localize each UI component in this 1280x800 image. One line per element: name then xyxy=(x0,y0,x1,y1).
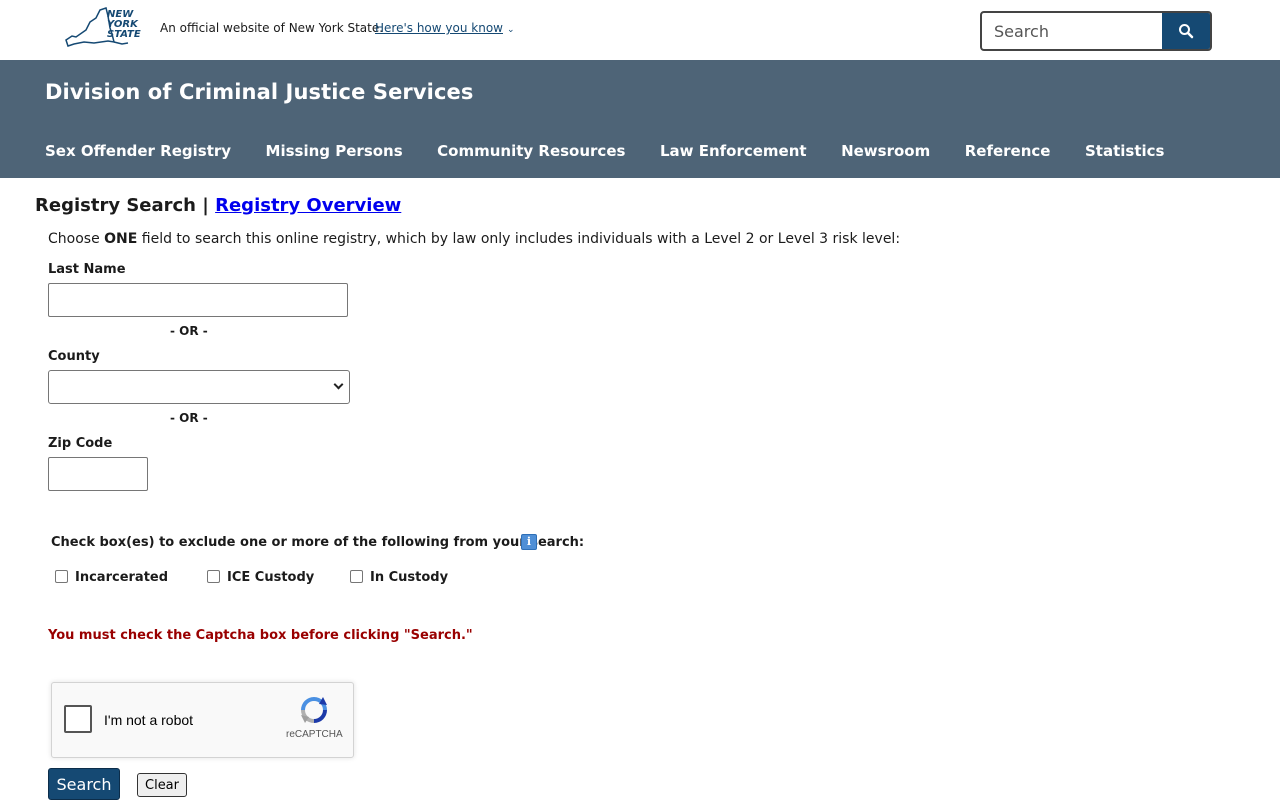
official-website-text: An official website of New York State. xyxy=(160,21,384,35)
recaptcha-checkbox[interactable] xyxy=(64,705,92,733)
nav-sex-offender-registry[interactable]: Sex Offender Registry xyxy=(45,142,231,160)
in-custody-label: In Custody xyxy=(370,570,449,585)
or-separator: - OR - xyxy=(170,411,208,425)
page-title: Registry Search | Registry Overview xyxy=(35,195,401,216)
registry-search-heading: Registry Search xyxy=(35,195,196,216)
nav-newsroom[interactable]: Newsroom xyxy=(841,142,930,160)
how-you-know-link[interactable]: Here's how you know ⌄ xyxy=(375,21,515,35)
ice-custody-label: ICE Custody xyxy=(227,570,315,585)
site-search xyxy=(980,11,1212,51)
zip-code-input[interactable] xyxy=(48,457,148,491)
recaptcha-label: I'm not a robot xyxy=(104,712,194,728)
clear-button[interactable]: Clear xyxy=(137,773,187,797)
incarcerated-checkbox[interactable] xyxy=(55,570,68,583)
nav-community-resources[interactable]: Community Resources xyxy=(437,142,625,160)
last-name-label: Last Name xyxy=(48,262,126,277)
recaptcha-brand: reCAPTCHA xyxy=(286,729,343,740)
county-label: County xyxy=(48,349,100,364)
info-icon[interactable]: i xyxy=(521,534,537,550)
captcha-warning: You must check the Captcha box before cl… xyxy=(48,628,473,643)
search-instruction: Choose ONE field to search this online r… xyxy=(48,231,900,247)
agency-title[interactable]: Division of Criminal Justice Services xyxy=(45,80,473,104)
zip-code-label: Zip Code xyxy=(48,436,113,451)
instruction-post: field to search this online registry, wh… xyxy=(137,231,901,247)
ny-logo-text: NEW YORK STATE xyxy=(107,9,141,40)
incarcerated-label: Incarcerated xyxy=(75,570,169,585)
universal-header: NEW YORK STATE An official website of Ne… xyxy=(0,0,1280,60)
county-select[interactable] xyxy=(48,370,350,404)
nav-reference[interactable]: Reference xyxy=(965,142,1051,160)
ice-custody-checkbox[interactable] xyxy=(207,570,220,583)
instruction-pre: Choose xyxy=(48,231,105,247)
heading-separator: | xyxy=(196,195,216,216)
exclude-instruction: Check box(es) to exclude one or more of … xyxy=(51,535,585,550)
nav-law-enforcement[interactable]: Law Enforcement xyxy=(660,142,807,160)
nav-statistics[interactable]: Statistics xyxy=(1085,142,1164,160)
agency-banner: Division of Criminal Justice Services Se… xyxy=(0,60,1280,178)
search-input[interactable] xyxy=(982,13,1162,49)
main-nav: Sex Offender Registry Missing Persons Co… xyxy=(45,142,1199,160)
registry-overview-link[interactable]: Registry Overview xyxy=(215,195,401,216)
chevron-down-icon xyxy=(333,379,344,390)
nav-missing-persons[interactable]: Missing Persons xyxy=(266,142,403,160)
recaptcha-icon xyxy=(301,697,327,723)
recaptcha-widget: I'm not a robot reCAPTCHA xyxy=(51,682,354,758)
instruction-bold: ONE xyxy=(104,231,138,247)
or-separator: - OR - xyxy=(170,324,208,338)
search-icon xyxy=(1179,24,1194,39)
chevron-down-icon: ⌄ xyxy=(506,25,515,35)
search-button[interactable]: Search xyxy=(48,768,120,800)
last-name-input[interactable] xyxy=(48,283,348,317)
in-custody-checkbox[interactable] xyxy=(350,570,363,583)
search-submit-button[interactable] xyxy=(1162,13,1210,49)
how-you-know-label: Here's how you know xyxy=(375,21,503,35)
